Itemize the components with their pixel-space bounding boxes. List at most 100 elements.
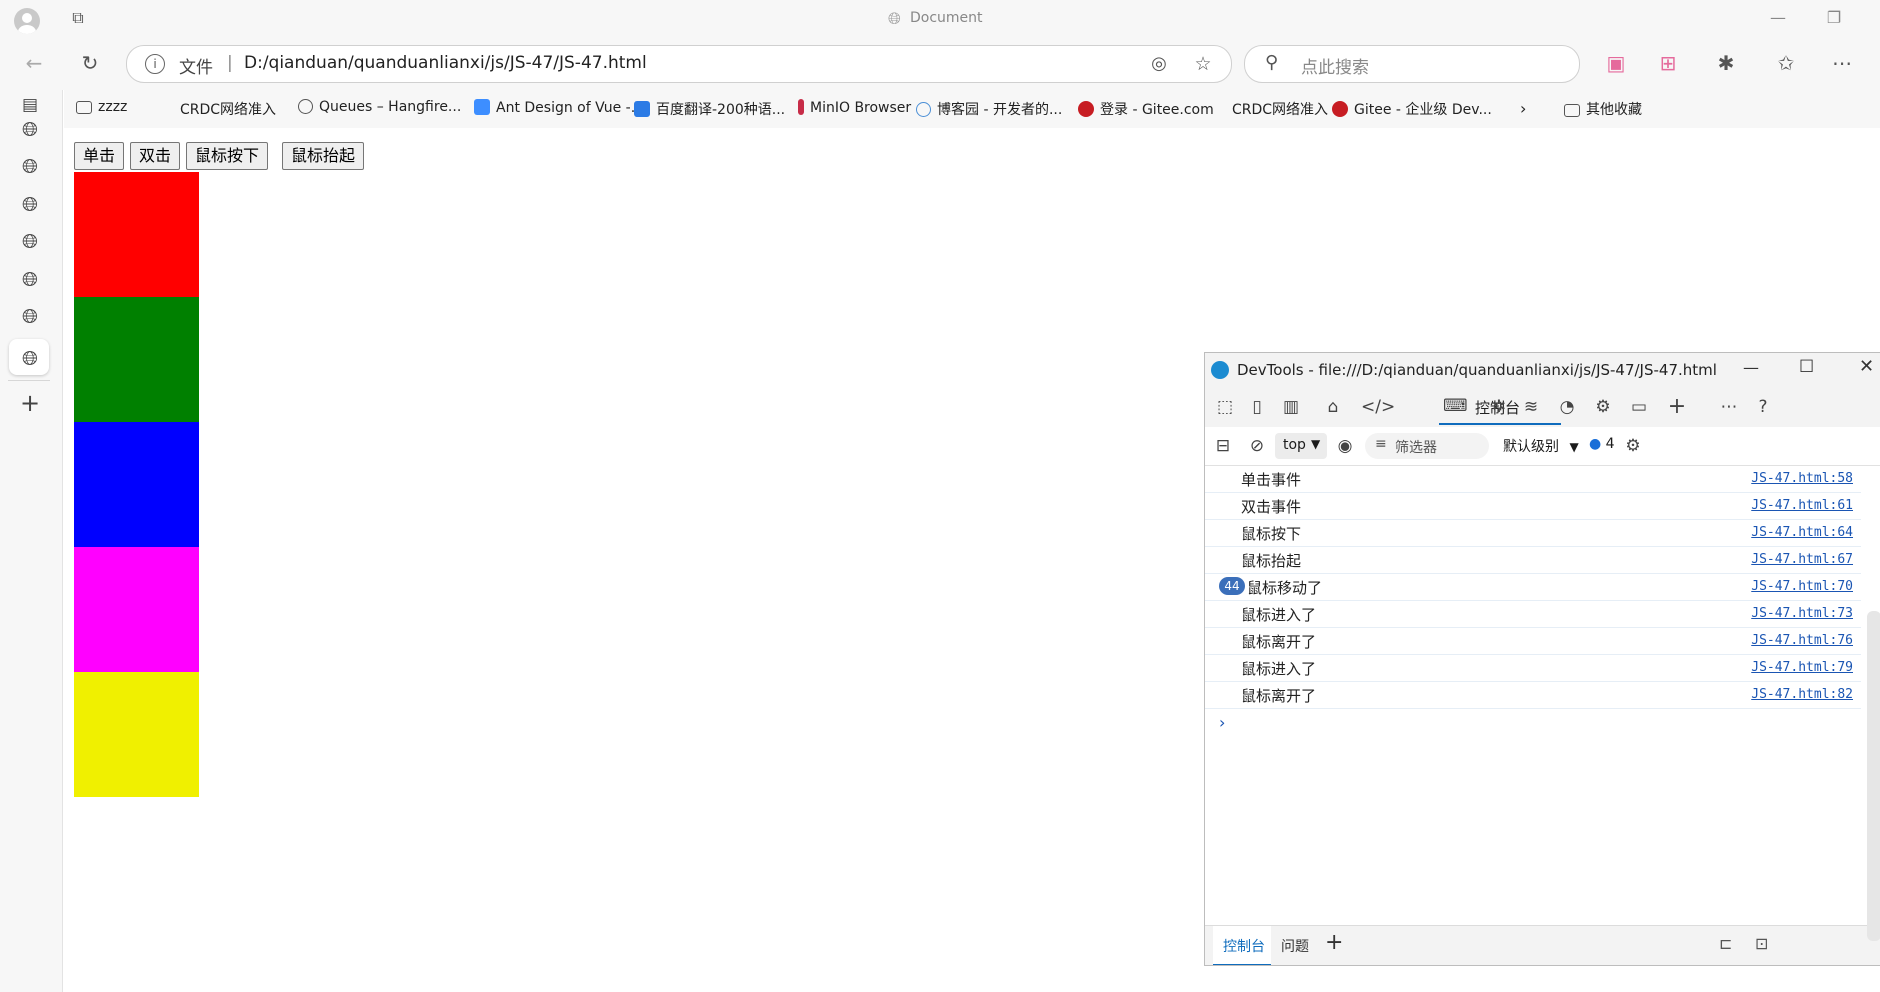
bookmark-crdc-2[interactable]: CRDC网络准入 bbox=[1232, 99, 1328, 119]
dock-panel-icon[interactable]: ▥ bbox=[1279, 395, 1303, 419]
more-menu-icon[interactable]: ⋯ bbox=[1826, 47, 1858, 79]
minimize-icon[interactable]: — bbox=[1762, 2, 1794, 34]
ext-bilibili-icon[interactable]: ▣ bbox=[1600, 47, 1632, 79]
bookmark-baidu-translate[interactable]: 百度翻译-200种语... bbox=[634, 99, 785, 119]
address-url[interactable]: D:/qianduan/quanduanlianxi/js/JS-47/JS-4… bbox=[244, 53, 647, 73]
log-source-link[interactable]: JS-47.html:61 bbox=[1751, 498, 1853, 513]
ext-download-icon[interactable]: ⊞ bbox=[1652, 47, 1684, 79]
console-prompt-chevron-icon[interactable]: › bbox=[1219, 713, 1225, 732]
info-icon[interactable]: i bbox=[145, 54, 165, 74]
drawer-collapse-icon[interactable]: ⊡ bbox=[1755, 934, 1768, 953]
message-count-badge[interactable]: ● 4 bbox=[1589, 436, 1615, 452]
console-settings-gear-icon[interactable]: ⚙ bbox=[1621, 434, 1645, 458]
network-wifi-icon[interactable]: ≋ bbox=[1519, 395, 1543, 419]
extensions-icon[interactable]: ✱ bbox=[1710, 47, 1742, 79]
drawer-dock-icon[interactable]: ⊏ bbox=[1719, 934, 1732, 953]
log-source-link[interactable]: JS-47.html:64 bbox=[1751, 525, 1853, 540]
bookmark-crdc-1[interactable]: CRDC网络准入 bbox=[180, 99, 276, 119]
bookmark-hangfire[interactable]: Queues – Hangfire... bbox=[298, 99, 461, 115]
sidebar-divider bbox=[8, 380, 50, 381]
devtools-close-icon[interactable]: ✕ bbox=[1859, 356, 1874, 377]
devtools-minimize-icon[interactable]: — bbox=[1743, 358, 1759, 377]
console-log-row: 鼠标进入了 JS-47.html:73 bbox=[1205, 600, 1861, 628]
bookmarks-more-chevron-icon[interactable]: › bbox=[1520, 99, 1526, 118]
bookmarks-bar: zzzz CRDC网络准入 Queues – Hangfire... Ant D… bbox=[64, 90, 1880, 128]
help-icon[interactable]: ? bbox=[1751, 395, 1775, 419]
drawer-tab-issues[interactable]: 问题 bbox=[1281, 936, 1309, 956]
log-source-link[interactable]: JS-47.html:79 bbox=[1751, 660, 1853, 675]
console-toolbar: ⊟ ⊘ top ▼ ◉ ≡ 筛选器 默认级别 ▼ ● 4 ⚙ bbox=[1205, 427, 1880, 466]
log-source-link[interactable]: JS-47.html:82 bbox=[1751, 687, 1853, 702]
performance-gauge-icon[interactable]: ◔ bbox=[1555, 395, 1579, 419]
address-scheme: 文件 bbox=[179, 58, 213, 78]
bookmark-gitee-login[interactable]: 登录 - Gitee.com bbox=[1078, 99, 1214, 119]
window-title: Document bbox=[910, 10, 983, 26]
devtools-maximize-icon[interactable]: ☐ bbox=[1799, 357, 1814, 377]
clear-console-icon[interactable]: ⊘ bbox=[1245, 434, 1269, 458]
bookmark-antdv[interactable]: Ant Design of Vue -... bbox=[474, 99, 644, 116]
tab-actions-icon[interactable]: ⧉ bbox=[62, 2, 94, 34]
console-scrollbar[interactable] bbox=[1867, 611, 1880, 941]
console-log-row: 鼠标离开了 JS-47.html:76 bbox=[1205, 627, 1861, 655]
favorite-star-icon[interactable]: ☆ bbox=[1187, 48, 1219, 80]
tab-globe-icon[interactable]: 🌐︎ bbox=[17, 266, 43, 292]
log-source-link[interactable]: JS-47.html:58 bbox=[1751, 471, 1853, 486]
tab-globe-icon[interactable]: 🌐︎ bbox=[17, 153, 43, 179]
click-button[interactable]: 单击 bbox=[74, 142, 125, 170]
tab-actions-panel-icon[interactable]: ▤ bbox=[17, 92, 43, 118]
address-bar[interactable]: i 文件 | D:/qianduan/quanduanlianxi/js/JS-… bbox=[126, 45, 1232, 83]
bookmark-gitee-enterprise[interactable]: Gitee - 企业级 Dev... bbox=[1332, 99, 1492, 119]
green-box[interactable] bbox=[74, 297, 199, 422]
yellow-box[interactable] bbox=[74, 672, 199, 797]
context-select[interactable]: top ▼ bbox=[1275, 433, 1327, 459]
tab-globe-icon[interactable]: 🌐︎ bbox=[17, 116, 43, 142]
log-source-link[interactable]: JS-47.html:67 bbox=[1751, 552, 1853, 567]
blue-box[interactable] bbox=[74, 422, 199, 547]
sidebar-toggle-icon[interactable]: ⊟ bbox=[1211, 434, 1235, 458]
bookmark-minio[interactable]: MinIO Browser bbox=[798, 99, 911, 116]
favorites-icon[interactable]: ✩ bbox=[1770, 47, 1802, 79]
edge-reading-icon[interactable]: ◎ bbox=[1143, 48, 1175, 80]
repeat-count-badge: 44 bbox=[1219, 577, 1245, 595]
log-source-link[interactable]: JS-47.html:70 bbox=[1751, 579, 1853, 594]
log-source-link[interactable]: JS-47.html:73 bbox=[1751, 606, 1853, 621]
drawer-tab-console[interactable]: 控制台 bbox=[1213, 926, 1271, 965]
back-icon[interactable]: ← bbox=[18, 47, 50, 79]
title-bar: ⧉ 🌐︎ Document — ❐ bbox=[0, 0, 1880, 36]
inspect-element-icon[interactable]: ⬚ bbox=[1213, 395, 1237, 419]
console-log-row: 单击事件 JS-47.html:58 bbox=[1205, 465, 1861, 493]
console-log-row: 鼠标进入了 JS-47.html:79 bbox=[1205, 654, 1861, 682]
dblclick-button[interactable]: 双击 bbox=[130, 142, 181, 170]
console-log-row: 双击事件 JS-47.html:61 bbox=[1205, 492, 1861, 520]
bookmark-zzzz[interactable]: zzzz bbox=[76, 99, 127, 115]
drawer-add-tab-plus-icon[interactable]: + bbox=[1325, 930, 1343, 955]
bookmark-other-favorites[interactable]: 其他收藏 bbox=[1564, 99, 1642, 119]
mousedown-button[interactable]: 鼠标按下 bbox=[186, 142, 269, 170]
vertical-tab-sidebar: ▤ 🌐︎ 🌐︎ 🌐︎ 🌐︎ 🌐︎ 🌐︎ 🌐︎ + bbox=[0, 90, 63, 992]
new-tab-plus-icon[interactable]: + bbox=[17, 390, 43, 416]
welcome-home-icon[interactable]: ⌂ bbox=[1321, 395, 1345, 419]
bookmark-cnblogs[interactable]: 博客园 - 开发者的... bbox=[916, 99, 1062, 119]
sources-bug-icon[interactable]: ✲ bbox=[1487, 395, 1511, 419]
memory-chip-icon[interactable]: ⚙ bbox=[1591, 395, 1615, 419]
log-level-select[interactable]: 默认级别 ▼ bbox=[1503, 436, 1579, 456]
profile-avatar[interactable] bbox=[14, 8, 40, 34]
elements-code-icon[interactable]: </> bbox=[1361, 395, 1395, 419]
devtools-more-icon[interactable]: ⋯ bbox=[1717, 395, 1741, 419]
log-source-link[interactable]: JS-47.html:76 bbox=[1751, 633, 1853, 648]
filter-input[interactable]: ≡ 筛选器 bbox=[1365, 433, 1489, 459]
tab-globe-icon[interactable]: 🌐︎ bbox=[17, 303, 43, 329]
restore-icon[interactable]: ❐ bbox=[1818, 2, 1850, 34]
red-box[interactable] bbox=[74, 172, 199, 297]
more-tools-plus-icon[interactable]: + bbox=[1665, 395, 1689, 419]
search-box[interactable]: ⚲ 点此搜索 bbox=[1244, 45, 1580, 83]
refresh-icon[interactable]: ↻ bbox=[74, 47, 106, 79]
mouseup-button[interactable]: 鼠标抬起 bbox=[282, 142, 365, 170]
device-emulation-icon[interactable]: ▯ bbox=[1245, 395, 1269, 419]
live-expression-eye-icon[interactable]: ◉ bbox=[1333, 434, 1357, 458]
devtools-drawer: 控制台 问题 + ⊏ ⊡ bbox=[1205, 925, 1880, 965]
magenta-box[interactable] bbox=[74, 547, 199, 672]
application-icon[interactable]: ▭ bbox=[1627, 395, 1651, 419]
tab-globe-icon[interactable]: 🌐︎ bbox=[17, 228, 43, 254]
tab-globe-icon[interactable]: 🌐︎ bbox=[17, 191, 43, 217]
